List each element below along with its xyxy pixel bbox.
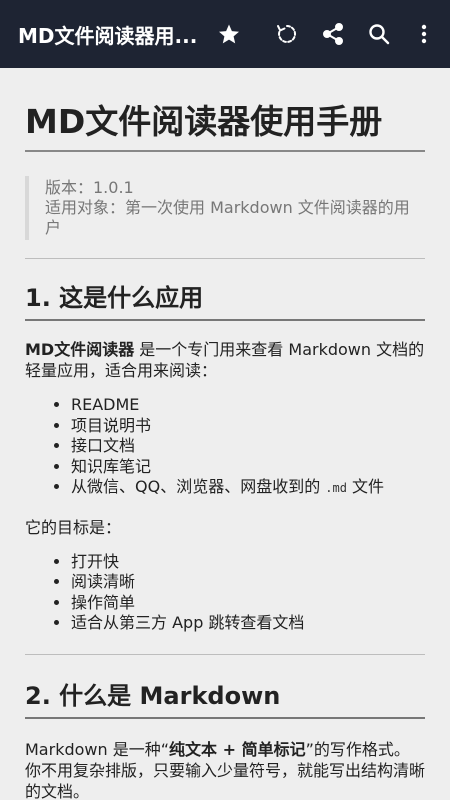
paragraph-text: Markdown 是一种“ [25,739,170,759]
divider [25,258,425,259]
use-case-list: README 项目说明书 接口文档 知识库笔记 从微信、QQ、浏览器、网盘收到的… [25,395,425,499]
section-paragraph: Markdown 是一种“纯文本 + 简单标记”的写作格式。你不用复杂排版，只要… [25,739,425,800]
goal-list: 打开快 阅读清晰 操作简单 适合从第三方 App 跳转查看文档 [25,552,425,634]
doc-title: MD文件阅读器使用手册 [25,100,425,152]
list-item: 接口文档 [71,436,425,457]
list-item: 打开快 [71,552,425,573]
bold-text: 纯文本 + 简单标记 [169,739,306,759]
list-item: 从微信、QQ、浏览器、网盘收到的 .md 文件 [71,477,425,499]
app-name-bold: MD文件阅读器 [25,340,135,359]
list-item-text: 从微信、QQ、浏览器、网盘收到的 [71,477,326,496]
app-bar: MD文件阅读器用... [0,0,450,68]
document-view[interactable]: MD文件阅读器使用手册 版本：1.0.1 适用对象：第一次使用 Markdown… [0,68,450,800]
more-vert-icon[interactable] [412,22,436,46]
section-paragraph: MD文件阅读器 是一个专门用来查看 Markdown 文档的轻量应用，适合用来阅… [25,339,425,381]
rotate-icon[interactable] [275,22,299,46]
star-icon[interactable] [217,22,241,46]
list-item: 项目说明书 [71,416,425,437]
divider [25,653,425,655]
section-paragraph: 它的目标是： [25,517,122,537]
section-heading: 2. 什么是 Markdown [25,679,425,719]
audience-line: 适用对象：第一次使用 Markdown 文件阅读器的用户 [45,198,410,237]
share-icon[interactable] [321,22,345,46]
list-item: 操作简单 [71,593,425,614]
search-icon[interactable] [367,22,391,46]
app-title: MD文件阅读器用... [18,24,198,48]
version-line: 版本：1.0.1 [45,178,134,197]
section-heading: 1. 这是什么应用 [25,281,425,321]
inline-code: .md [325,481,347,495]
list-item-text: 文件 [346,477,385,496]
list-item: 适合从第三方 App 跳转查看文档 [71,613,425,634]
doc-meta-quote: 版本：1.0.1 适用对象：第一次使用 Markdown 文件阅读器的用户 [25,176,425,240]
list-item: 知识库笔记 [71,457,425,478]
list-item: 阅读清晰 [71,572,425,593]
list-item: README [71,395,425,416]
